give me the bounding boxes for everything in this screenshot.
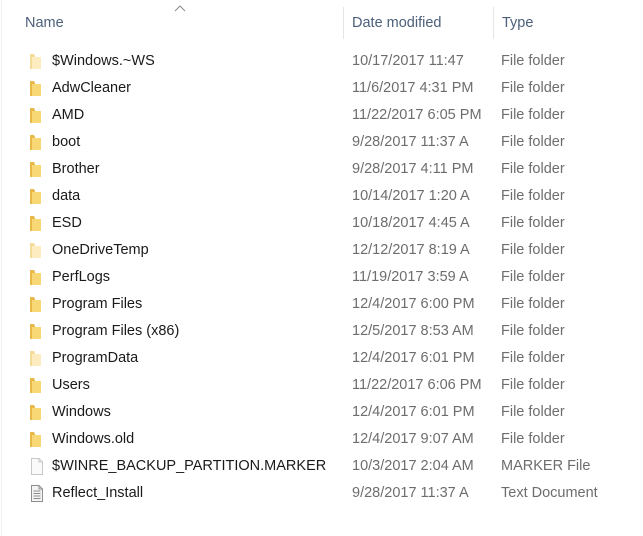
file-name: Reflect_Install [52,485,144,501]
folder-icon [29,161,45,178]
column-header-date-label: Date modified [352,15,442,31]
file-date-modified: 12/4/2017 9:07 AM [352,431,474,447]
file-name: boot [52,134,81,150]
file-row[interactable]: Brother 9/28/2017 4:11 PM File folder [0,156,643,183]
file-list: $Windows.~WS 10/17/2017 11:47 File folder A… [0,48,643,507]
file-date-modified: 12/4/2017 6:00 PM [352,296,475,312]
file-row[interactable]: ESD 10/18/2017 4:45 A File folder [0,210,643,237]
column-header-date-modified[interactable]: Date modified [343,7,493,39]
file-date-modified: 9/28/2017 11:37 A [352,134,469,150]
column-header-name[interactable]: Name [2,7,343,39]
file-type: File folder [501,215,565,231]
file-name: $WINRE_BACKUP_PARTITION.MARKER [52,458,327,474]
file-type: File folder [501,188,565,204]
file-name: Users [52,377,90,393]
folder-icon [29,215,45,232]
folder-icon [29,53,45,70]
file-row[interactable]: Program Files (x86) 12/5/2017 8:53 AM File… [0,318,643,345]
file-row[interactable]: Users 11/22/2017 6:06 PM File folder [0,372,643,399]
column-header-type-label: Type [502,15,534,31]
folder-icon [29,350,45,367]
file-date-modified: 9/28/2017 4:11 PM [352,161,474,177]
file-type: File folder [501,350,565,366]
file-type: File folder [501,80,565,96]
file-name: Brother [52,161,100,177]
folder-icon [29,269,45,286]
folder-icon [29,431,45,448]
file-name: data [52,188,81,204]
file-row[interactable]: OneDriveTemp 12/12/2017 8:19 A File folder [0,237,643,264]
file-type: File folder [501,269,565,285]
file-type: File folder [501,323,565,339]
file-name: PerfLogs [52,269,111,285]
file-type: MARKER File [501,458,591,474]
file-date-modified: 10/3/2017 2:04 AM [352,458,474,474]
file-row[interactable]: $Windows.~WS 10/17/2017 11:47 File folder [0,48,643,75]
file-date-modified: 12/12/2017 8:19 A [352,242,470,258]
file-date-modified: 11/6/2017 4:31 PM [352,80,474,96]
folder-icon [29,80,45,97]
file-date-modified: 11/19/2017 3:59 A [352,269,469,285]
file-type: File folder [501,161,565,177]
column-header-name-label: Name [25,15,64,31]
file-type: File folder [501,107,565,123]
file-row[interactable]: PerfLogs 11/19/2017 3:59 A File folder [0,264,643,291]
text-document-icon [29,485,45,502]
file-row[interactable]: Reflect_Install 9/28/2017 11:37 A Text Doc… [0,480,643,507]
file-row[interactable]: ProgramData 12/4/2017 6:01 PM File folder [0,345,643,372]
file-type: File folder [501,404,565,420]
folder-icon [29,296,45,313]
file-type: File folder [501,53,565,69]
file-date-modified: 10/18/2017 4:45 A [352,215,470,231]
file-name: AdwCleaner [52,80,131,96]
file-name: Program Files [52,296,143,312]
file-type: Text Document [501,485,598,501]
file-date-modified: 10/17/2017 11:47 [352,53,464,69]
sort-ascending-icon [174,5,186,12]
file-name: OneDriveTemp [52,242,149,258]
folder-icon [29,134,45,151]
file-type: File folder [501,134,565,150]
file-row[interactable]: Program Files 12/4/2017 6:00 PM File folde… [0,291,643,318]
column-header-bar: Name Date modified Type [0,0,643,44]
file-row[interactable]: AMD 11/22/2017 6:05 PM File folder [0,102,643,129]
folder-icon [29,377,45,394]
file-row[interactable]: AdwCleaner 11/6/2017 4:31 PM File folder [0,75,643,102]
file-row[interactable]: $WINRE_BACKUP_PARTITION.MARKER 10/3/2017 … [0,453,643,480]
file-date-modified: 10/14/2017 1:20 A [352,188,470,204]
folder-icon [29,107,45,124]
file-type: File folder [501,377,565,393]
folder-icon [29,188,45,205]
file-type: File folder [501,296,565,312]
file-name: ESD [52,215,82,231]
file-name: $Windows.~WS [52,53,155,69]
file-date-modified: 12/4/2017 6:01 PM [352,350,475,366]
column-header-type[interactable]: Type [493,7,643,39]
folder-icon [29,242,45,259]
file-row[interactable]: boot 9/28/2017 11:37 A File folder [0,129,643,156]
file-date-modified: 12/4/2017 6:01 PM [352,404,475,420]
file-date-modified: 9/28/2017 11:37 A [352,485,469,501]
file-date-modified: 11/22/2017 6:06 PM [352,377,482,393]
blank-file-icon [29,458,45,475]
file-name: ProgramData [52,350,139,366]
file-row[interactable]: Windows.old 12/4/2017 9:07 AM File folder [0,426,643,453]
folder-icon [29,323,45,340]
file-date-modified: 11/22/2017 6:05 PM [352,107,482,123]
file-name: Program Files (x86) [52,323,180,339]
file-date-modified: 12/5/2017 8:53 AM [352,323,474,339]
file-name: AMD [52,107,85,123]
file-type: File folder [501,242,565,258]
file-row[interactable]: data 10/14/2017 1:20 A File folder [0,183,643,210]
folder-icon [29,404,45,421]
file-name: Windows [52,404,111,420]
file-row[interactable]: Windows 12/4/2017 6:01 PM File folder [0,399,643,426]
file-type: File folder [501,431,565,447]
file-name: Windows.old [52,431,135,447]
